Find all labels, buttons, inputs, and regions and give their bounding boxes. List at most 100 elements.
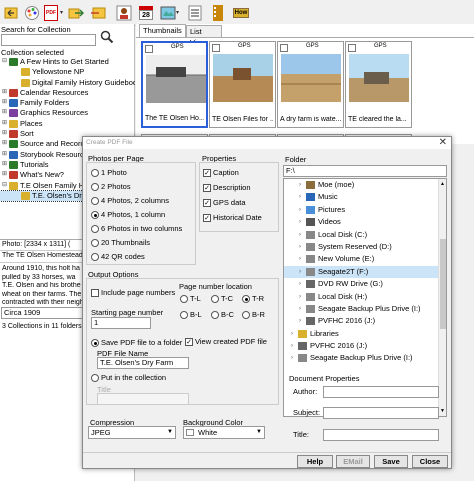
save-to-folder-radio[interactable] (91, 339, 99, 347)
map-icon[interactable] (158, 3, 178, 23)
chevron-right-icon[interactable]: › (299, 291, 301, 303)
thumbnail[interactable]: GPS TE cleared the la... (345, 41, 412, 128)
chevron-right-icon[interactable]: › (299, 216, 301, 228)
chevron-right-icon[interactable]: › (299, 266, 301, 278)
chevron-right-icon[interactable]: › (299, 229, 301, 241)
close-icon[interactable]: ✕ (439, 137, 447, 149)
chevron-down-icon[interactable]: ▾ (60, 9, 63, 16)
property-checkbox[interactable]: ✓ (203, 214, 211, 222)
chevron-down-icon[interactable]: ▼ (440, 408, 445, 414)
doc-title-input[interactable] (323, 429, 439, 441)
page-location-radio[interactable] (180, 295, 188, 303)
pdf-icon[interactable]: PDF (42, 3, 60, 23)
folder-item[interactable]: › System Reserved (D:) (284, 241, 446, 253)
expand-icon[interactable]: ⊞ (1, 89, 8, 96)
chevron-right-icon[interactable]: › (299, 179, 301, 191)
folder-item[interactable]: › Seagate2T (F:) (284, 265, 446, 279)
tree-item[interactable]: Digital Family History Guidebook (0, 78, 135, 88)
chevron-right-icon[interactable]: › (291, 340, 293, 352)
subject-input[interactable] (323, 407, 439, 419)
folder-item[interactable]: › Music (284, 191, 446, 203)
expand-icon[interactable]: ⊞ (1, 161, 8, 168)
photos-per-page-radio[interactable] (91, 197, 99, 205)
folder-item[interactable]: › PVFHC 2016 (J:) (284, 340, 446, 352)
chevron-right-icon[interactable]: › (299, 278, 301, 290)
tab-list-view[interactable]: List View (186, 25, 222, 47)
tab-thumbnails[interactable]: Thumbnails (139, 24, 186, 37)
thumbnail-checkbox[interactable] (348, 44, 356, 52)
expand-icon[interactable]: ⊞ (1, 120, 8, 127)
tree-item[interactable]: Yellowstone NP (0, 67, 135, 77)
folder-item[interactable]: › Moe (moe) (284, 179, 446, 191)
chevron-down-icon[interactable]: ▾ (176, 9, 179, 16)
compression-select[interactable]: JPEG ▼ (88, 426, 176, 439)
property-checkbox[interactable]: ✓ (203, 199, 211, 207)
property-checkbox[interactable]: ✓ (203, 184, 211, 192)
photos-per-page-radio[interactable] (91, 183, 99, 191)
put-in-collection-radio[interactable] (91, 374, 99, 382)
title-input[interactable] (97, 393, 189, 405)
photos-per-page-radio[interactable] (91, 169, 99, 177)
palette-icon[interactable] (22, 3, 42, 23)
expand-icon[interactable]: ⊞ (1, 99, 8, 106)
email-button[interactable]: EMail (336, 455, 370, 468)
tree-item[interactable]: ⊞ Family Folders (0, 98, 135, 108)
person-icon[interactable] (114, 3, 134, 23)
page-location-radio[interactable] (211, 311, 219, 319)
chevron-right-icon[interactable]: › (299, 204, 301, 216)
folder-item[interactable]: › Seagate Backup Plus Drive (I:) (284, 352, 446, 364)
chevron-right-icon[interactable]: › (291, 352, 293, 364)
expand-icon[interactable]: ⊞ (1, 151, 8, 158)
expand-icon[interactable]: ⊞ (1, 130, 8, 137)
photos-per-page-radio[interactable] (91, 225, 99, 233)
film-icon[interactable] (208, 3, 228, 23)
move-icon[interactable] (88, 3, 108, 23)
chevron-right-icon[interactable]: › (299, 191, 301, 203)
pdf-file-name-input[interactable]: T.E. Olsen's Dry Farm (97, 357, 189, 369)
date-field[interactable]: Circa 1909 (1, 307, 83, 319)
expand-icon[interactable]: ⊞ (1, 140, 8, 147)
chevron-right-icon[interactable]: › (291, 328, 293, 340)
page-location-radio[interactable] (180, 311, 188, 319)
thumbnail-checkbox[interactable] (280, 44, 288, 52)
folder-item[interactable]: › PVFHC 2016 (J:) (284, 315, 446, 327)
thumbnail-checkbox[interactable] (145, 45, 153, 53)
checklist-icon[interactable] (185, 3, 205, 23)
page-location-radio[interactable] (242, 295, 250, 303)
howto-icon[interactable]: How (230, 3, 252, 23)
view-created-pdf-checkbox[interactable]: ✓ (185, 338, 193, 346)
chevron-right-icon[interactable]: › (299, 241, 301, 253)
thumbnail[interactable]: GPS The TE Olsen Ho... (141, 41, 208, 128)
help-button[interactable]: Help (297, 455, 333, 468)
thumbnail-checkbox[interactable] (212, 44, 220, 52)
export-icon[interactable] (66, 3, 86, 23)
search-icon[interactable] (100, 30, 114, 44)
folder-item[interactable]: › Local Disk (H:) (284, 291, 446, 303)
photos-per-page-radio[interactable] (91, 253, 99, 261)
background-color-select[interactable]: White ▼ (183, 426, 265, 439)
tree-item[interactable]: ⊞ Places (0, 119, 135, 129)
expand-icon[interactable]: ⊞ (1, 171, 8, 178)
page-location-radio[interactable] (211, 295, 219, 303)
collapse-icon[interactable]: ⊟ (1, 182, 8, 189)
back-icon[interactable] (2, 3, 22, 23)
tree-item[interactable]: ⊞ Calendar Resources (0, 88, 135, 98)
search-input[interactable] (1, 34, 96, 46)
tree-item[interactable]: ⊞ Graphics Resources (0, 108, 135, 118)
tree-item[interactable]: ⊟ A Few Hints to Get Started (0, 57, 135, 67)
folder-item[interactable]: › Videos (284, 216, 446, 228)
save-button[interactable]: Save (374, 455, 408, 468)
folder-item[interactable]: › New Volume (E:) (284, 253, 446, 265)
chevron-right-icon[interactable]: › (299, 315, 301, 327)
author-input[interactable] (323, 386, 439, 398)
property-checkbox[interactable]: ✓ (203, 169, 211, 177)
calendar-icon[interactable]: 28 (136, 3, 156, 23)
chevron-right-icon[interactable]: › (299, 303, 301, 315)
folder-item[interactable]: › DVD RW Drive (G:) (284, 278, 446, 290)
photos-per-page-radio[interactable] (91, 211, 99, 219)
photos-per-page-radio[interactable] (91, 239, 99, 247)
folder-item[interactable]: › Local Disk (C:) (284, 229, 446, 241)
page-location-radio[interactable] (242, 311, 250, 319)
close-button[interactable]: Close (412, 455, 448, 468)
thumbnail[interactable]: GPS A dry farm is wate... (277, 41, 344, 128)
